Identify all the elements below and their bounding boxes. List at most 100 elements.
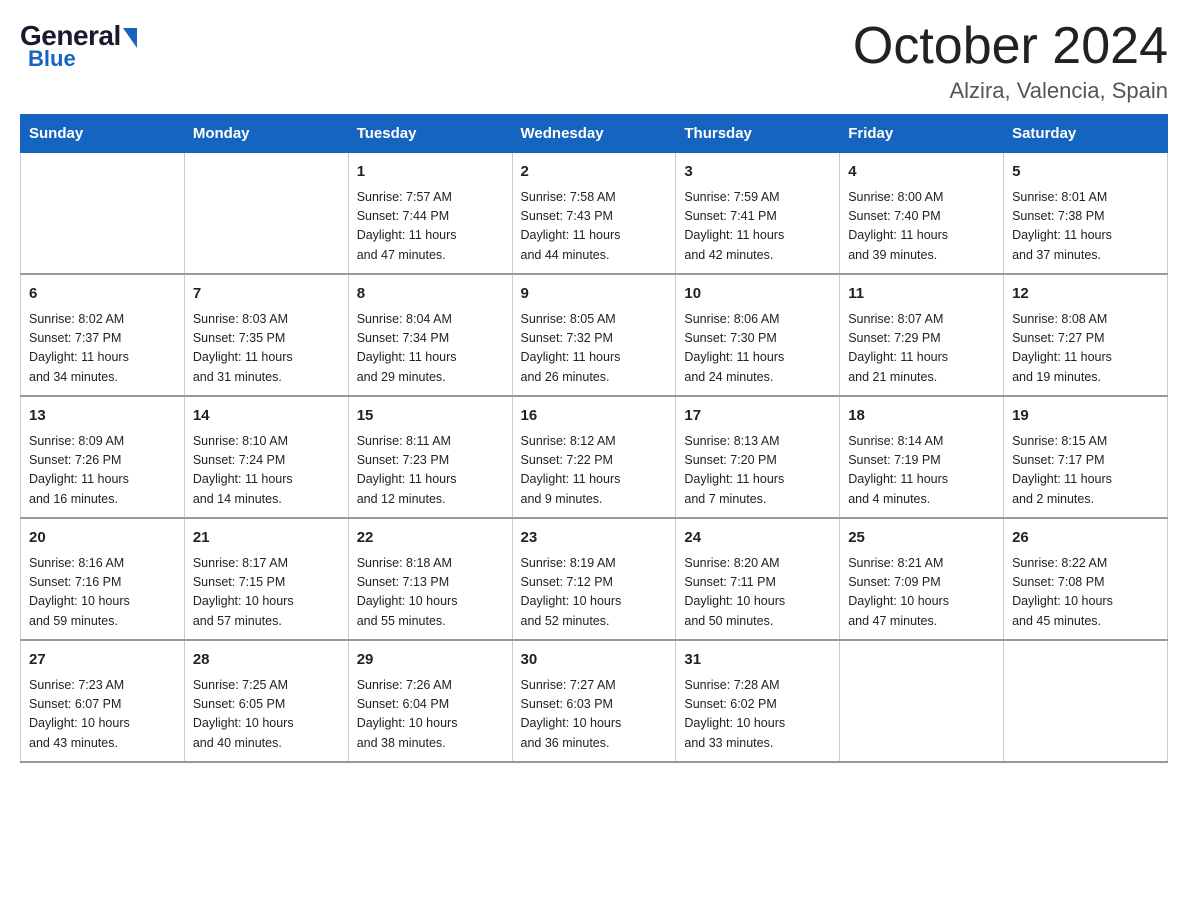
- day-number: 29: [357, 649, 504, 672]
- day-info: Sunrise: 8:00 AMSunset: 7:40 PMDaylight:…: [848, 188, 995, 266]
- weekday-header-friday: Friday: [840, 115, 1004, 153]
- title-section: October 2024 Alzira, Valencia, Spain: [853, 20, 1168, 104]
- calendar-cell: 8 Sunrise: 8:04 AMSunset: 7:34 PMDaylight…: [348, 274, 512, 396]
- week-row-3: 20Sunrise: 8:16 AMSunset: 7:16 PMDayligh…: [21, 518, 1168, 640]
- day-info: Sunrise: 7:26 AMSunset: 6:04 PMDaylight:…: [357, 676, 504, 754]
- day-info: Sunrise: 8:03 AMSunset: 7:35 PMDaylight:…: [193, 310, 340, 388]
- day-info: Sunrise: 8:19 AMSunset: 7:12 PMDaylight:…: [521, 554, 668, 632]
- day-info: Sunrise: 7:28 AMSunset: 6:02 PMDaylight:…: [684, 676, 831, 754]
- day-number: 16: [521, 405, 668, 428]
- day-info: Sunrise: 8:08 AMSunset: 7:27 PMDaylight:…: [1012, 310, 1159, 388]
- day-number: 8: [357, 283, 504, 306]
- calendar-cell: 11Sunrise: 8:07 AMSunset: 7:29 PMDayligh…: [840, 274, 1004, 396]
- calendar-cell: 6Sunrise: 8:02 AMSunset: 7:37 PMDaylight…: [21, 274, 185, 396]
- weekday-header-monday: Monday: [184, 115, 348, 153]
- logo-blue-text: Blue: [28, 46, 76, 72]
- calendar-cell: 3 Sunrise: 7:59 AMSunset: 7:41 PMDaylight…: [676, 153, 840, 275]
- calendar-cell: 9 Sunrise: 8:05 AMSunset: 7:32 PMDaylight…: [512, 274, 676, 396]
- day-number: 5: [1012, 161, 1159, 184]
- day-number: 2: [521, 161, 668, 184]
- calendar-cell: 23 Sunrise: 8:19 AMSunset: 7:12 PMDayligh…: [512, 518, 676, 640]
- calendar-header: SundayMondayTuesdayWednesdayThursdayFrid…: [21, 115, 1168, 153]
- calendar-cell: 4Sunrise: 8:00 AMSunset: 7:40 PMDaylight…: [840, 153, 1004, 275]
- day-number: 28: [193, 649, 340, 672]
- page-header: General Blue October 2024 Alzira, Valenc…: [20, 20, 1168, 104]
- weekday-header-wednesday: Wednesday: [512, 115, 676, 153]
- location-text: Alzira, Valencia, Spain: [853, 78, 1168, 104]
- calendar-cell: 24Sunrise: 8:20 AMSunset: 7:11 PMDayligh…: [676, 518, 840, 640]
- day-number: 22: [357, 527, 504, 550]
- calendar-cell: 14Sunrise: 8:10 AMSunset: 7:24 PMDayligh…: [184, 396, 348, 518]
- calendar-cell: [21, 153, 185, 275]
- day-number: 21: [193, 527, 340, 550]
- day-number: 3: [684, 161, 831, 184]
- day-number: 10: [684, 283, 831, 306]
- day-number: 17: [684, 405, 831, 428]
- day-info: Sunrise: 8:15 AMSunset: 7:17 PMDaylight:…: [1012, 432, 1159, 510]
- day-info: Sunrise: 8:20 AMSunset: 7:11 PMDaylight:…: [684, 554, 831, 632]
- day-info: Sunrise: 7:58 AMSunset: 7:43 PMDaylight:…: [521, 188, 668, 266]
- calendar-cell: 19 Sunrise: 8:15 AMSunset: 7:17 PMDayligh…: [1004, 396, 1168, 518]
- week-row-1: 6Sunrise: 8:02 AMSunset: 7:37 PMDaylight…: [21, 274, 1168, 396]
- calendar-cell: 29 Sunrise: 7:26 AMSunset: 6:04 PMDayligh…: [348, 640, 512, 762]
- day-number: 15: [357, 405, 504, 428]
- day-info: Sunrise: 8:05 AMSunset: 7:32 PMDaylight:…: [521, 310, 668, 388]
- calendar-cell: [184, 153, 348, 275]
- calendar-cell: 5Sunrise: 8:01 AMSunset: 7:38 PMDaylight…: [1004, 153, 1168, 275]
- calendar-cell: 28 Sunrise: 7:25 AMSunset: 6:05 PMDayligh…: [184, 640, 348, 762]
- calendar-cell: 7 Sunrise: 8:03 AMSunset: 7:35 PMDaylight…: [184, 274, 348, 396]
- calendar-cell: 30 Sunrise: 7:27 AMSunset: 6:03 PMDayligh…: [512, 640, 676, 762]
- day-number: 27: [29, 649, 176, 672]
- day-number: 31: [684, 649, 831, 672]
- weekday-header-sunday: Sunday: [21, 115, 185, 153]
- calendar-cell: 25 Sunrise: 8:21 AMSunset: 7:09 PMDayligh…: [840, 518, 1004, 640]
- day-info: Sunrise: 8:22 AMSunset: 7:08 PMDaylight:…: [1012, 554, 1159, 632]
- day-number: 13: [29, 405, 176, 428]
- day-number: 20: [29, 527, 176, 550]
- day-number: 11: [848, 283, 995, 306]
- day-number: 26: [1012, 527, 1159, 550]
- day-number: 18: [848, 405, 995, 428]
- day-number: 6: [29, 283, 176, 306]
- calendar-cell: 18 Sunrise: 8:14 AMSunset: 7:19 PMDayligh…: [840, 396, 1004, 518]
- calendar-cell: 26 Sunrise: 8:22 AMSunset: 7:08 PMDayligh…: [1004, 518, 1168, 640]
- day-number: 23: [521, 527, 668, 550]
- day-info: Sunrise: 8:21 AMSunset: 7:09 PMDaylight:…: [848, 554, 995, 632]
- weekday-header-tuesday: Tuesday: [348, 115, 512, 153]
- day-info: Sunrise: 7:57 AMSunset: 7:44 PMDaylight:…: [357, 188, 504, 266]
- weekday-header-thursday: Thursday: [676, 115, 840, 153]
- calendar-cell: 21 Sunrise: 8:17 AMSunset: 7:15 PMDayligh…: [184, 518, 348, 640]
- day-info: Sunrise: 8:12 AMSunset: 7:22 PMDaylight:…: [521, 432, 668, 510]
- day-info: Sunrise: 8:17 AMSunset: 7:15 PMDaylight:…: [193, 554, 340, 632]
- day-info: Sunrise: 8:14 AMSunset: 7:19 PMDaylight:…: [848, 432, 995, 510]
- day-number: 30: [521, 649, 668, 672]
- weekday-row: SundayMondayTuesdayWednesdayThursdayFrid…: [21, 115, 1168, 153]
- day-number: 7: [193, 283, 340, 306]
- day-number: 19: [1012, 405, 1159, 428]
- calendar-cell: 16 Sunrise: 8:12 AMSunset: 7:22 PMDayligh…: [512, 396, 676, 518]
- calendar-cell: 17 Sunrise: 8:13 AMSunset: 7:20 PMDayligh…: [676, 396, 840, 518]
- weekday-header-saturday: Saturday: [1004, 115, 1168, 153]
- day-info: Sunrise: 8:09 AMSunset: 7:26 PMDaylight:…: [29, 432, 176, 510]
- calendar-cell: [840, 640, 1004, 762]
- day-info: Sunrise: 7:25 AMSunset: 6:05 PMDaylight:…: [193, 676, 340, 754]
- day-number: 9: [521, 283, 668, 306]
- calendar-table: SundayMondayTuesdayWednesdayThursdayFrid…: [20, 114, 1168, 763]
- calendar-cell: 12Sunrise: 8:08 AMSunset: 7:27 PMDayligh…: [1004, 274, 1168, 396]
- day-number: 25: [848, 527, 995, 550]
- day-info: Sunrise: 7:27 AMSunset: 6:03 PMDaylight:…: [521, 676, 668, 754]
- day-info: Sunrise: 8:13 AMSunset: 7:20 PMDaylight:…: [684, 432, 831, 510]
- calendar-cell: [1004, 640, 1168, 762]
- logo: General Blue: [20, 20, 137, 72]
- calendar-body: 1 Sunrise: 7:57 AMSunset: 7:44 PMDaylight…: [21, 153, 1168, 763]
- logo-triangle-icon: [123, 28, 137, 48]
- calendar-cell: 1 Sunrise: 7:57 AMSunset: 7:44 PMDaylight…: [348, 153, 512, 275]
- calendar-cell: 27Sunrise: 7:23 AMSunset: 6:07 PMDayligh…: [21, 640, 185, 762]
- day-info: Sunrise: 8:04 AMSunset: 7:34 PMDaylight:…: [357, 310, 504, 388]
- day-number: 1: [357, 161, 504, 184]
- calendar-cell: 22Sunrise: 8:18 AMSunset: 7:13 PMDayligh…: [348, 518, 512, 640]
- day-number: 14: [193, 405, 340, 428]
- day-info: Sunrise: 8:11 AMSunset: 7:23 PMDaylight:…: [357, 432, 504, 510]
- calendar-cell: 31 Sunrise: 7:28 AMSunset: 6:02 PMDayligh…: [676, 640, 840, 762]
- day-info: Sunrise: 7:59 AMSunset: 7:41 PMDaylight:…: [684, 188, 831, 266]
